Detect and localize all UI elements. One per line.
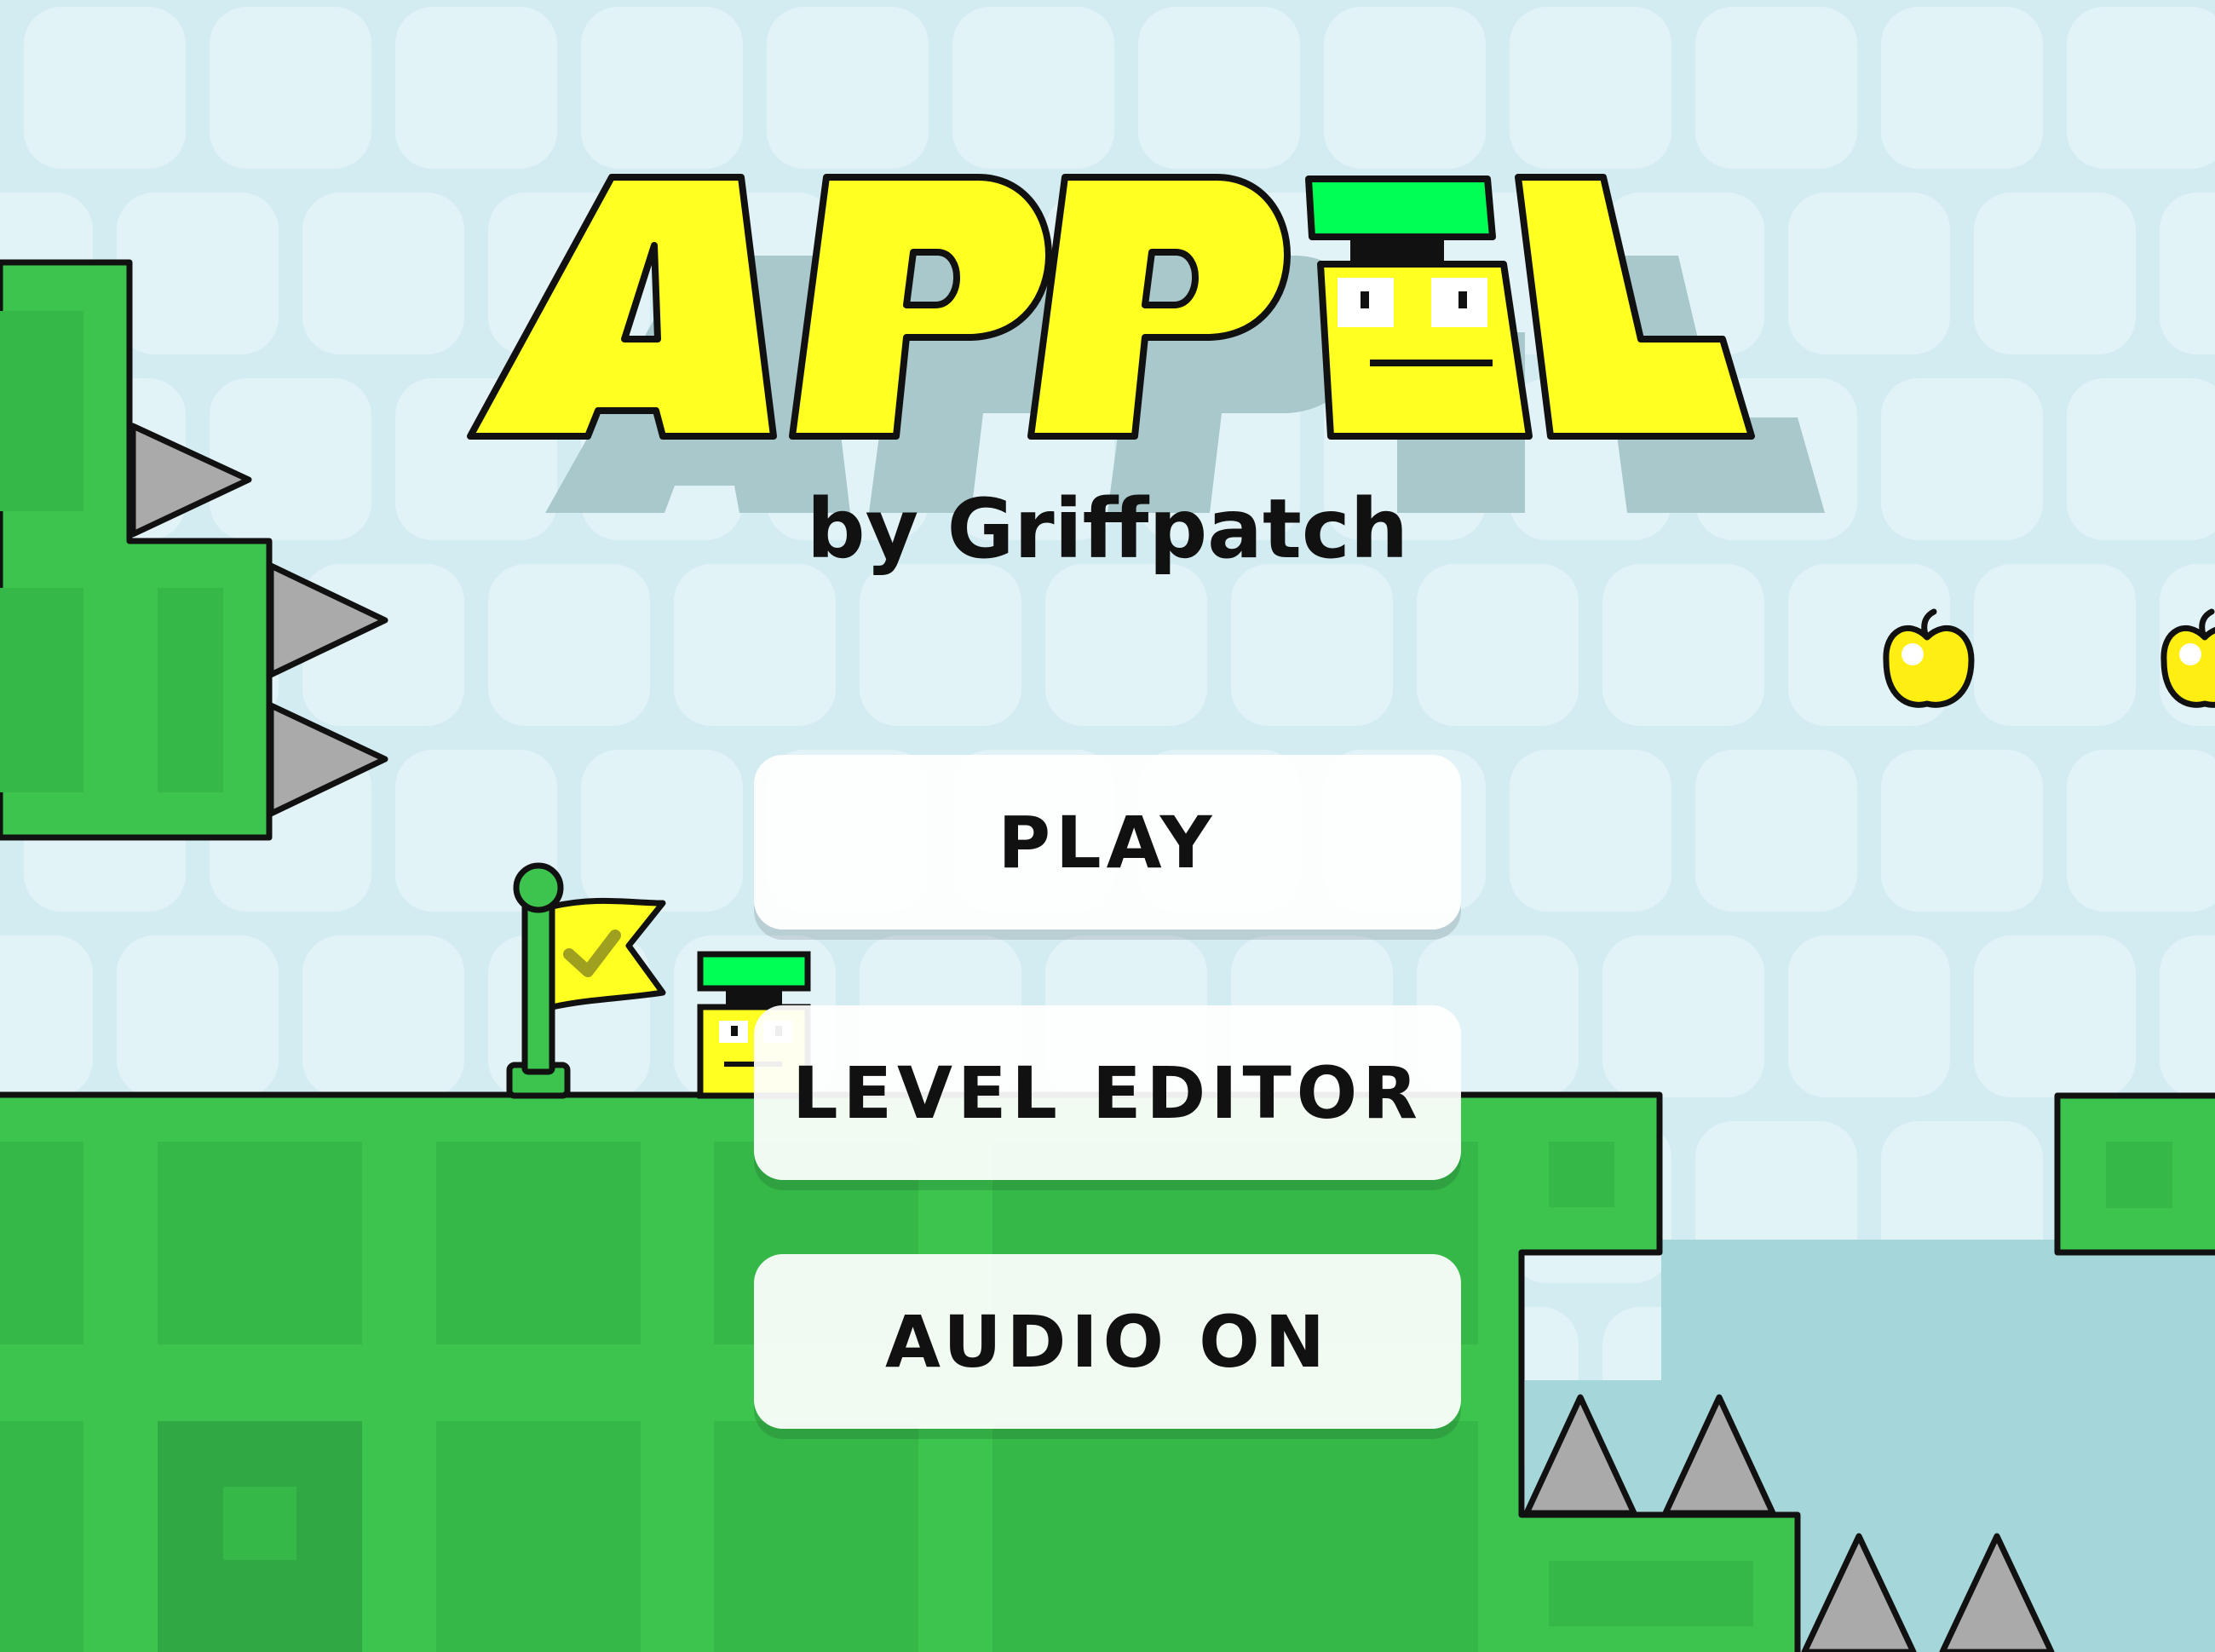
background-tile: [581, 7, 743, 169]
background-tile: [1788, 935, 1950, 1097]
background-tile: [302, 193, 464, 354]
subtitle-by-griffpatch: by Griffpatch: [806, 481, 1409, 577]
background-tile: [117, 935, 279, 1097]
background-tile: [1602, 935, 1764, 1097]
background-tile: [1881, 750, 2043, 912]
background-tile: [1695, 750, 1857, 912]
background-tile: [2067, 750, 2215, 912]
level-editor-button[interactable]: LEVEL EDITOR: [754, 1005, 1461, 1180]
background-tile: [1138, 7, 1300, 169]
background-tile: [302, 935, 464, 1097]
background-tile: [1974, 193, 2136, 354]
background-tile: [395, 7, 557, 169]
background-tile: [1602, 564, 1764, 726]
background-tile: [1510, 7, 1671, 169]
background-tile: [1417, 564, 1579, 726]
background-tile: [860, 564, 1021, 726]
background-tile: [24, 7, 186, 169]
background-tile: [488, 564, 650, 726]
audio-toggle-button-label: AUDIO ON: [885, 1299, 1330, 1384]
play-button[interactable]: PLAY: [754, 755, 1461, 930]
background-tile: [1695, 7, 1857, 169]
background-tile: [952, 7, 1114, 169]
background-tile: [0, 935, 93, 1097]
right-floating-platform: [2054, 1092, 2215, 1256]
background-tile: [1974, 564, 2136, 726]
play-button-label: PLAY: [998, 800, 1217, 884]
background-tile: [2160, 935, 2215, 1097]
background-tile: [117, 193, 279, 354]
background-tile: [1231, 564, 1393, 726]
background-tile: [674, 564, 836, 726]
background-tile: [1974, 935, 2136, 1097]
background-tile: [1881, 7, 2043, 169]
background-tile: [2067, 7, 2215, 169]
background-tile: [1324, 7, 1486, 169]
audio-toggle-button[interactable]: AUDIO ON: [754, 1254, 1461, 1429]
background-tile: [767, 7, 929, 169]
background-tile: [210, 7, 371, 169]
background-tile: [2160, 193, 2215, 354]
title-letters: [467, 174, 1755, 440]
level-editor-button-label: LEVEL EDITOR: [792, 1050, 1423, 1135]
background-tile: [581, 750, 743, 912]
background-tile: [1510, 750, 1671, 912]
background-tile: [1788, 193, 1950, 354]
background-tile: [1045, 564, 1207, 726]
